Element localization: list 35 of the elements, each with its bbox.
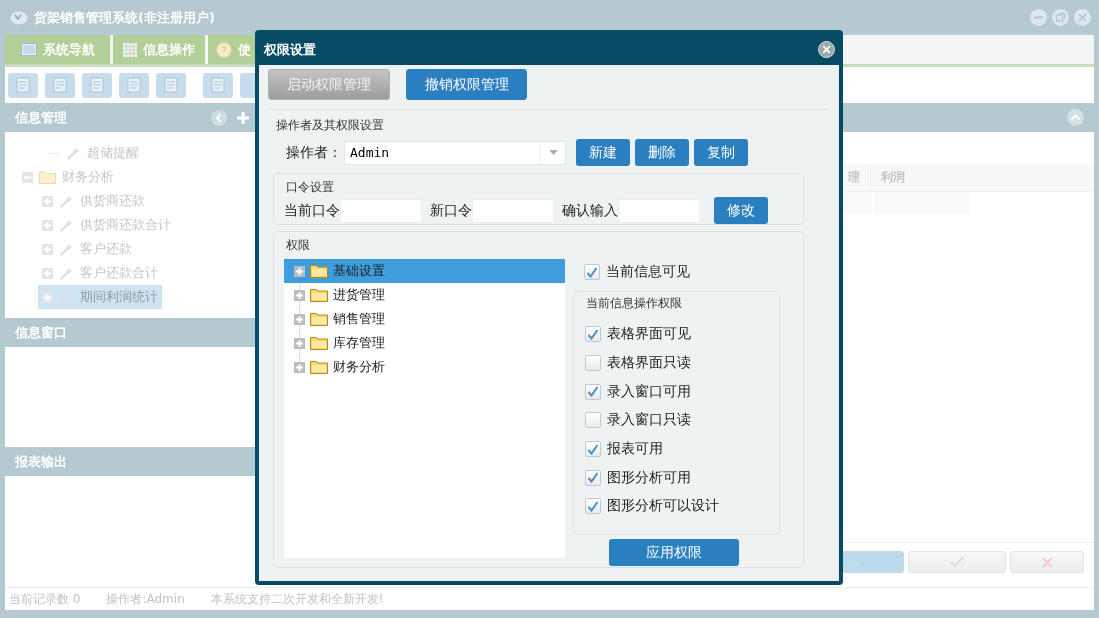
checkbox-label: 录入窗口只读 [607, 411, 691, 430]
panel-title: 信息管理 [15, 108, 67, 127]
tree-item[interactable]: 库存管理 [284, 331, 565, 355]
window-title: 货架销售管理系统(非注册用户) [34, 8, 215, 27]
action-button[interactable]: 删除 [635, 139, 689, 166]
status-text: 操作者:Admin [106, 590, 185, 608]
operator-label: 操作者： [286, 143, 343, 162]
checkbox-label: 录入窗口可用 [607, 382, 691, 401]
group-legend: 当前信息操作权限 [574, 295, 779, 312]
field-label: 新口令 [430, 201, 472, 220]
checkbox-label: 图形分析可用 [607, 468, 691, 487]
operator-dropdown[interactable]: Admin [344, 140, 566, 165]
section-legend: 权限 [286, 238, 310, 252]
tree-item[interactable]: 财务分析 [284, 355, 565, 379]
apply-button[interactable]: 应用权限 [608, 539, 739, 566]
tree-item[interactable]: 期间利润统计 [38, 285, 162, 309]
checkbox-label: 图形分析可以设计 [607, 497, 719, 516]
checkbox-label: 表格界面只读 [607, 354, 691, 373]
tree-item[interactable]: 基础设置 [284, 259, 565, 283]
action-button[interactable]: 复制 [694, 139, 748, 166]
tree-item[interactable]: 进货管理 [284, 283, 565, 307]
action-button[interactable]: 新建 [576, 139, 630, 166]
mode-button[interactable]: 撤销权限管理 [406, 69, 527, 100]
field-label: 当前口令 [284, 201, 340, 220]
checkbox-label: 报表可用 [607, 440, 663, 459]
field-label: 确认输入 [562, 201, 618, 220]
panel-title: 报表输出 [15, 452, 67, 471]
dialog-title: 权限设置 [264, 40, 316, 59]
checkbox-label: 表格界面可见 [607, 325, 691, 344]
section-legend: 口令设置 [286, 180, 334, 194]
section-legend: 操作者及其权限设置 [276, 118, 384, 132]
modify-button[interactable]: 修改 [714, 197, 768, 224]
tree-item[interactable]: 销售管理 [284, 307, 565, 331]
panel-title: 信息窗口 [15, 323, 67, 342]
checkbox-label: 当前信息可见 [606, 263, 690, 281]
